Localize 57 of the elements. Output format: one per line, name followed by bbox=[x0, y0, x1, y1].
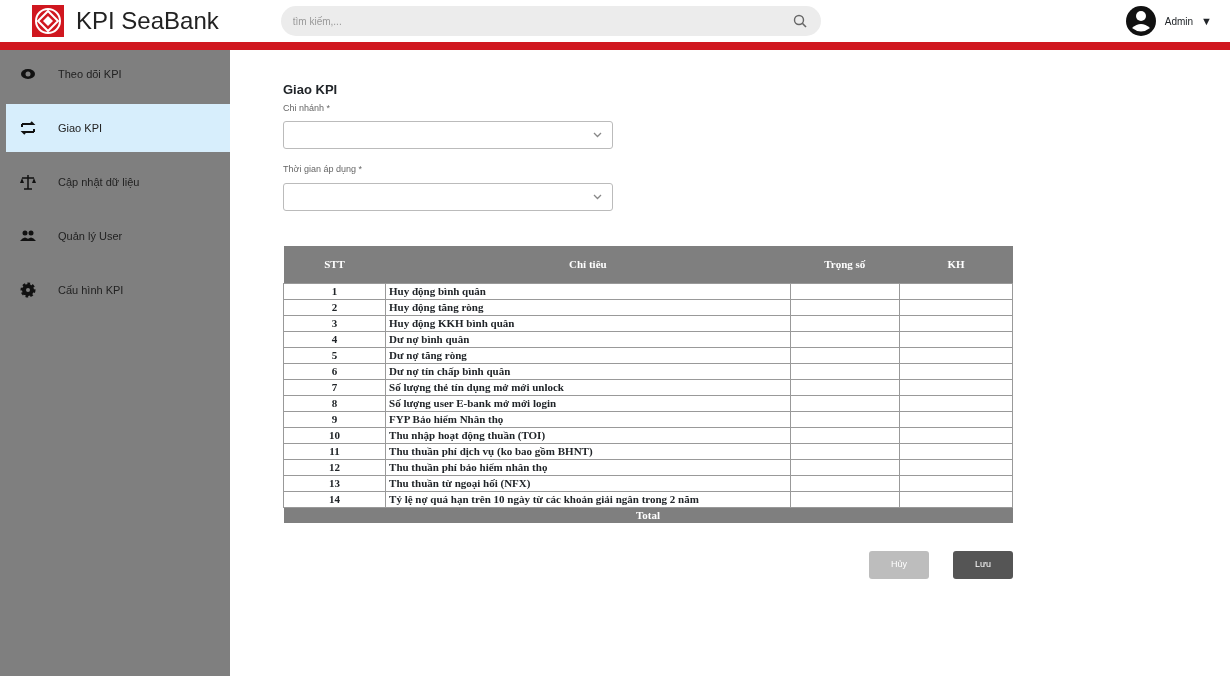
table-cell: Huy động bình quân bbox=[385, 283, 791, 300]
page-title: Giao KPI bbox=[283, 81, 339, 99]
field-label: Thời gian áp dụng * bbox=[283, 163, 363, 176]
table-cell: Thu thuần phí bảo hiểm nhân thọ bbox=[385, 459, 791, 476]
table-cell: Huy động KKH bình quân bbox=[385, 315, 791, 332]
table-cell: 10 bbox=[283, 427, 386, 444]
select-field[interactable] bbox=[283, 182, 613, 211]
transfer-icon bbox=[20, 120, 36, 136]
app-title: KPI SeaBank bbox=[76, 6, 219, 36]
table-cell: 14 bbox=[283, 491, 386, 508]
sidebar-item[interactable]: Theo dõi KPI bbox=[6, 50, 230, 98]
logo-icon bbox=[32, 5, 64, 37]
table-cell: 13 bbox=[283, 475, 386, 492]
table-cell: 9 bbox=[283, 411, 386, 428]
table-cell: Số lượng user E-bank mở mới login bbox=[385, 395, 791, 412]
user-avatar-icon[interactable] bbox=[1124, 5, 1157, 37]
column-header: Trọng số bbox=[790, 245, 900, 284]
users-icon bbox=[20, 228, 36, 244]
sidebar-item[interactable]: Giao KPI bbox=[6, 104, 230, 152]
table-cell: Dư nợ tăng ròng bbox=[385, 347, 791, 364]
column-header: STT bbox=[283, 245, 386, 284]
table-cell: Thu thuần phí dịch vụ (ko bao gồm BHNT) bbox=[385, 443, 791, 460]
search-field[interactable]: tìm kiếm,... bbox=[280, 6, 821, 36]
table-cell: 7 bbox=[283, 379, 386, 396]
column-header: Chỉ tiêu bbox=[385, 245, 791, 284]
sidebar-item[interactable]: Quản lý User bbox=[6, 212, 230, 260]
sidebar-item[interactable]: Cập nhật dữ liệu bbox=[6, 158, 230, 206]
field-label: Chi nhánh * bbox=[283, 101, 332, 115]
table-cell: Dư nợ bình quân bbox=[385, 331, 791, 348]
search-icon[interactable] bbox=[792, 14, 807, 28]
user-name[interactable]: Admin bbox=[1164, 13, 1194, 29]
table-cell: 2 bbox=[283, 299, 386, 316]
table-cell: Huy động tăng ròng bbox=[385, 299, 791, 316]
gear-icon bbox=[20, 282, 36, 298]
save-button[interactable]: Lưu bbox=[953, 551, 1013, 579]
table-cell: 8 bbox=[283, 395, 386, 412]
table-cell: 1 bbox=[283, 283, 386, 300]
table-cell: Tỷ lệ nợ quá hạn trên 10 ngày từ các khoản giải ngân trong 2 năm bbox=[385, 491, 791, 508]
eye-icon bbox=[20, 66, 36, 82]
table-cell: 6 bbox=[283, 363, 386, 380]
chevron-icon[interactable] bbox=[593, 193, 602, 200]
select-field[interactable] bbox=[283, 121, 613, 149]
table-cell: 12 bbox=[283, 459, 386, 476]
column-header: KH bbox=[899, 245, 1013, 284]
table-cell: 5 bbox=[283, 347, 386, 364]
sidebar-item[interactable]: Cấu hình KPI bbox=[6, 266, 230, 314]
caret-icon[interactable]: ▼ bbox=[1201, 12, 1212, 30]
table-cell: 3 bbox=[283, 315, 386, 332]
scale-icon bbox=[20, 174, 36, 190]
table-cell: Thu nhập hoạt động thuần (TOI) bbox=[385, 427, 791, 444]
table-cell: FYP Bảo hiểm Nhân thọ bbox=[385, 411, 791, 428]
table-cell: Thu thuần từ ngoại hối (NFX) bbox=[385, 475, 791, 492]
table-cell: 4 bbox=[283, 331, 386, 348]
chevron-icon[interactable] bbox=[593, 132, 602, 138]
table-cell: Số lượng thẻ tín dụng mở mới unlock bbox=[385, 379, 791, 396]
table-cell: 11 bbox=[283, 443, 386, 460]
table-cell: Dư nợ tín chấp bình quân bbox=[385, 363, 791, 380]
